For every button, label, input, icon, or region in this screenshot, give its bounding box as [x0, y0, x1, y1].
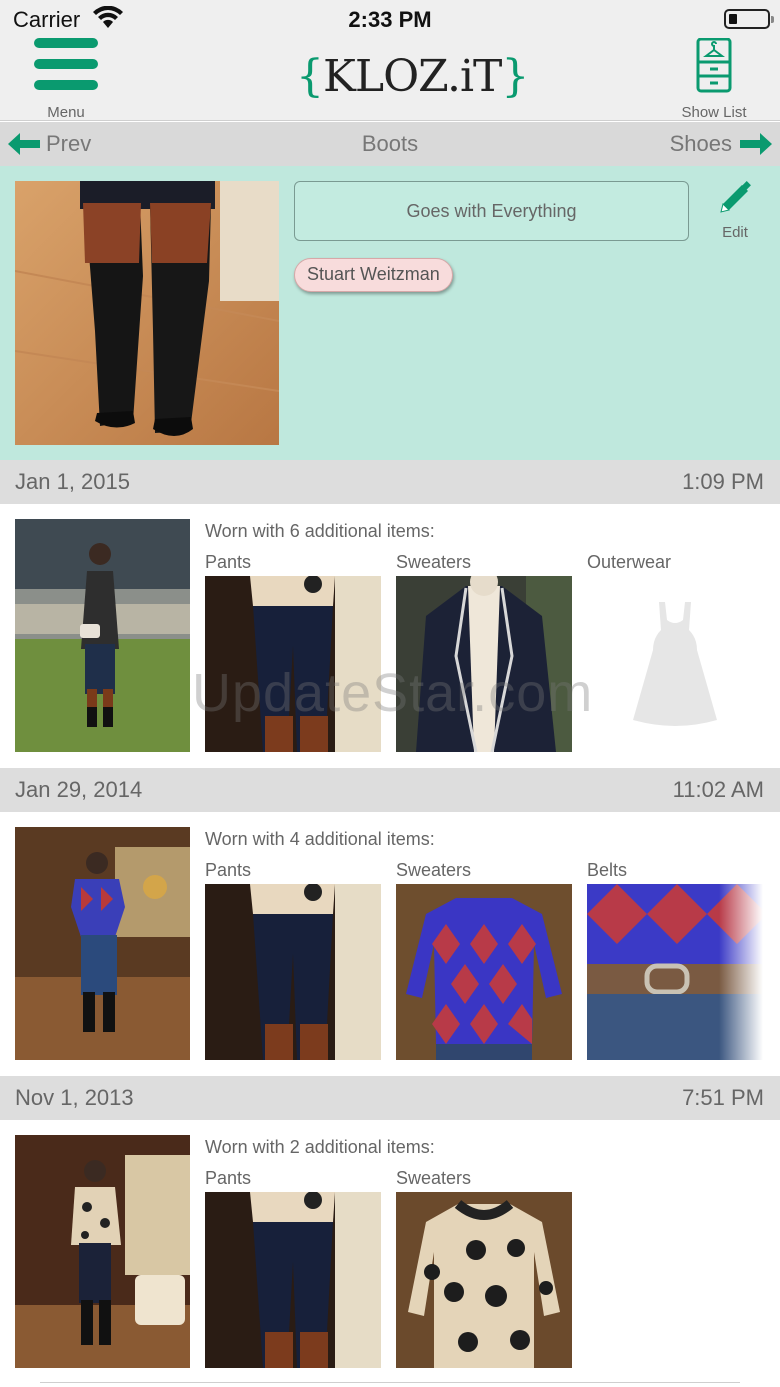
category-title: Boots: [361, 131, 419, 156]
next-button[interactable]: Shoes: [670, 122, 772, 166]
category-label: Pants: [205, 552, 252, 572]
wardrobe-icon: [696, 38, 732, 93]
app-logo: {KLOZ.iT}: [296, 51, 529, 102]
outerwear-placeholder[interactable]: [587, 576, 763, 752]
category-label: Sweaters: [396, 552, 472, 572]
status-bar: Carrier 2:33 PM: [0, 0, 780, 38]
category-label: Outerwear: [587, 552, 672, 572]
outfit-photo[interactable]: [15, 519, 190, 752]
arrow-right-icon: [740, 133, 772, 155]
pants-thumbnail[interactable]: [205, 884, 381, 1060]
app-header: Menu {KLOZ.iT} Show List: [0, 38, 780, 121]
wear-entry: Worn with 2 additional items: Pants Swea…: [0, 1120, 780, 1383]
category-label: Sweaters: [396, 860, 472, 880]
entry-header: Jan 1, 2015 1:09 PM: [0, 460, 780, 504]
sweater-thumbnail[interactable]: [396, 1192, 572, 1368]
menu-label: Menu: [47, 104, 85, 121]
show-list-label: Show List: [681, 104, 747, 121]
menu-button[interactable]: Menu: [30, 38, 102, 121]
wear-entry: Worn with 6 additional items: Pants Swea…: [0, 504, 780, 767]
outfit-photo[interactable]: [15, 827, 190, 1060]
worn-with-label: Worn with 6 additional items:: [205, 521, 435, 541]
belt-thumbnail[interactable]: [587, 884, 763, 1060]
edit-button[interactable]: Edit: [712, 180, 758, 242]
worn-with-label: Worn with 2 additional items:: [205, 1137, 435, 1157]
entry-time: 7:51 PM: [682, 1085, 764, 1110]
item-photo[interactable]: [15, 181, 279, 445]
dress-placeholder-icon: [633, 602, 717, 726]
category-label: Sweaters: [396, 1168, 472, 1188]
entry-time: 1:09 PM: [682, 469, 764, 494]
worn-with-label: Worn with 4 additional items:: [205, 829, 435, 849]
sweater-thumbnail[interactable]: [396, 884, 572, 1060]
category-nav: Prev Boots Shoes: [0, 122, 780, 166]
watermark: UpdateStar.com: [192, 663, 594, 723]
entry-date: Jan 29, 2014: [15, 777, 143, 802]
wear-entry: Worn with 4 additional items: Pants Swea…: [0, 812, 780, 1075]
entry-date: Jan 1, 2015: [15, 469, 130, 494]
tag-box[interactable]: Goes with Everything: [294, 181, 689, 241]
pants-thumbnail[interactable]: [205, 1192, 381, 1368]
item-detail-panel: Goes with Everything Edit Stuart Weitzma…: [0, 166, 780, 460]
entry-time: 11:02 AM: [672, 777, 764, 802]
entry-header: Nov 1, 2013 7:51 PM: [0, 1076, 780, 1120]
category-label: Pants: [205, 860, 252, 880]
clock: 2:33 PM: [348, 7, 432, 32]
edit-label: Edit: [722, 224, 748, 241]
brand-tag[interactable]: Stuart Weitzman: [294, 258, 453, 292]
entry-date: Nov 1, 2013: [15, 1085, 134, 1110]
pencil-icon: [720, 181, 751, 213]
divider: [40, 1382, 740, 1383]
next-label: Shoes: [669, 131, 732, 156]
category-label: Pants: [205, 1168, 252, 1188]
show-list-button[interactable]: Show List: [672, 38, 756, 121]
battery-icon: [724, 9, 774, 29]
outfit-photo[interactable]: [15, 1135, 190, 1368]
entry-header: Jan 29, 2014 11:02 AM: [0, 768, 780, 812]
category-label: Belts: [587, 860, 628, 880]
